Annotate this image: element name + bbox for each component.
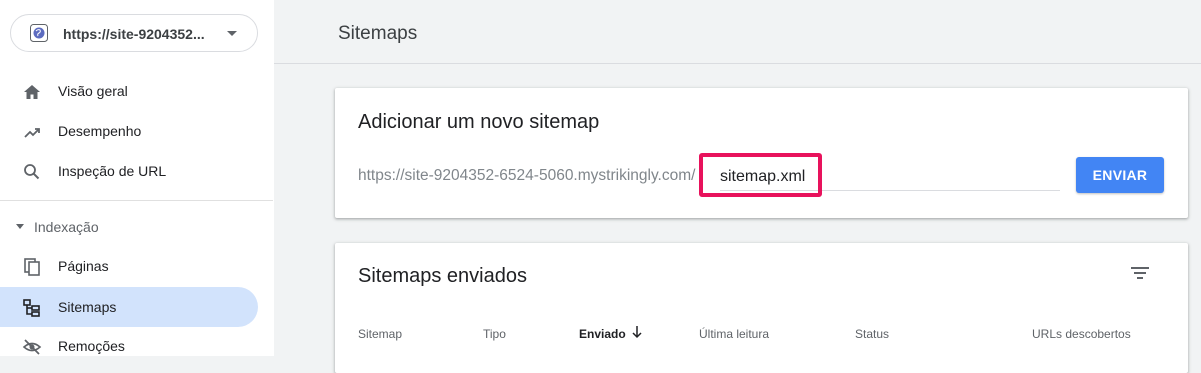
card-title: Adicionar um novo sitemap <box>358 111 600 133</box>
filter-icon[interactable] <box>1130 265 1150 281</box>
sidebar-item-label: Visão geral <box>58 83 128 99</box>
card-title: Sitemaps enviados <box>358 265 527 287</box>
sitemap-url-prefix: https://site-9204352-6524-5060.mystrikin… <box>358 167 696 184</box>
sidebar-item-pages[interactable]: Páginas <box>0 246 258 286</box>
column-header-last-read[interactable]: Última leitura <box>699 327 769 341</box>
arrow-down-icon[interactable] <box>631 325 643 339</box>
eye-off-icon <box>22 339 42 355</box>
sidebar-item-overview[interactable]: Visão geral <box>0 71 258 111</box>
home-icon <box>24 85 40 99</box>
section-label: Indexação <box>34 219 99 235</box>
column-header-sitemap[interactable]: Sitemap <box>358 327 402 341</box>
pages-icon <box>24 258 40 276</box>
sidebar-item-label: Remoções <box>58 338 125 354</box>
property-url: https://site-9204352... <box>63 26 205 42</box>
column-header-type[interactable]: Tipo <box>483 327 506 341</box>
chevron-down-icon <box>227 31 237 36</box>
sidebar-item-performance[interactable]: Desempenho <box>0 111 258 151</box>
trending-up-icon <box>24 128 40 138</box>
sidebar-item-label: Sitemaps <box>58 299 117 315</box>
submit-button[interactable]: ENVIAR <box>1076 157 1164 193</box>
page-header: Sitemaps <box>274 0 1201 64</box>
sidebar: https://site-9204352... Visão geral Dese… <box>0 0 274 356</box>
sidebar-item-sitemaps[interactable]: Sitemaps <box>0 287 258 327</box>
section-indexing[interactable]: Indexação <box>0 212 258 240</box>
page-title: Sitemaps <box>338 23 418 44</box>
sent-sitemaps-card: Sitemaps enviados Sitemap Tipo Enviado Ú… <box>335 243 1188 373</box>
sitemap-icon <box>23 299 40 317</box>
search-icon <box>24 164 40 180</box>
add-sitemap-card: Adicionar um novo sitemap https://site-9… <box>335 88 1188 218</box>
sidebar-item-label: Páginas <box>58 258 109 274</box>
sidebar-item-label: Inspeção de URL <box>58 163 167 179</box>
column-header-discovered-urls[interactable]: URLs descobertos <box>1032 327 1131 341</box>
divider <box>0 200 273 201</box>
sidebar-item-label: Desempenho <box>58 123 142 139</box>
globe-icon <box>30 24 48 42</box>
property-selector[interactable]: https://site-9204352... <box>10 14 258 52</box>
sidebar-item-removals[interactable]: Remoções <box>0 326 258 366</box>
collapse-arrow-icon <box>16 224 24 229</box>
column-header-status[interactable]: Status <box>855 327 889 341</box>
column-header-submitted[interactable]: Enviado <box>579 327 626 341</box>
sidebar-item-url-inspection[interactable]: Inspeção de URL <box>0 151 258 191</box>
highlight-box <box>699 153 822 197</box>
